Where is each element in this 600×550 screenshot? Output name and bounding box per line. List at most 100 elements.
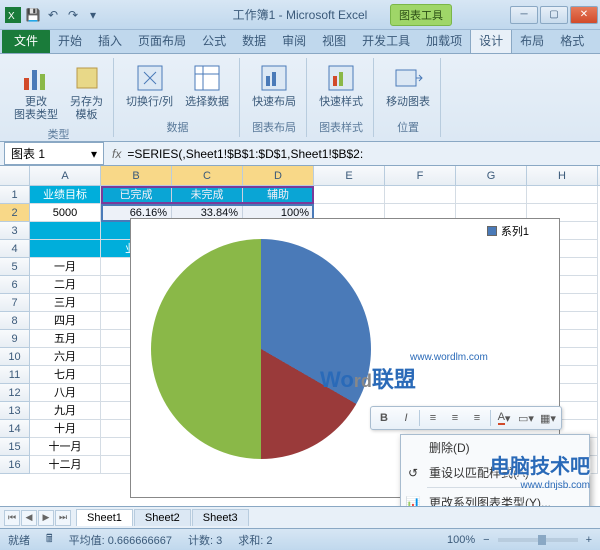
pie-chart[interactable] xyxy=(151,239,371,459)
tab-insert[interactable]: 插入 xyxy=(90,28,130,53)
maximize-button[interactable]: ▢ xyxy=(540,6,568,24)
sheet-nav-first[interactable]: ⏮ xyxy=(4,510,20,526)
cell[interactable]: 业绩目标 xyxy=(30,186,101,204)
tab-addins[interactable]: 加载项 xyxy=(418,28,470,53)
row-header[interactable]: 5 xyxy=(0,258,30,276)
menu-item[interactable]: 📊更改系列图表类型(Y)... xyxy=(401,490,589,506)
save-icon[interactable]: 💾 xyxy=(24,6,42,24)
cell[interactable]: 十二月 xyxy=(30,456,101,474)
tab-formulas[interactable]: 公式 xyxy=(194,28,234,53)
zoom-slider[interactable] xyxy=(498,538,578,542)
row-header[interactable]: 3 xyxy=(0,222,30,240)
tab-design[interactable]: 设计 xyxy=(470,27,512,53)
align-right-icon[interactable]: ≡ xyxy=(468,409,486,427)
font-color-button[interactable]: A▾ xyxy=(495,409,513,427)
cell[interactable]: 三月 xyxy=(30,294,101,312)
cell[interactable]: 十一月 xyxy=(30,438,101,456)
row-header[interactable]: 11 xyxy=(0,366,30,384)
name-box-dropdown-icon[interactable]: ▾ xyxy=(91,147,97,161)
tab-view[interactable]: 视图 xyxy=(314,28,354,53)
cell[interactable]: 四月 xyxy=(30,312,101,330)
save-template-button[interactable]: 另存为 模板 xyxy=(66,60,107,124)
tab-pagelayout[interactable]: 页面布局 xyxy=(130,28,194,53)
tab-home[interactable]: 开始 xyxy=(50,28,90,53)
formula-input[interactable] xyxy=(125,145,596,163)
align-left-icon[interactable]: ≡ xyxy=(424,409,442,427)
name-box[interactable]: 图表 1 ▾ xyxy=(4,142,104,165)
cell[interactable]: 八月 xyxy=(30,384,101,402)
sheet-tab-1[interactable]: Sheet1 xyxy=(76,509,133,526)
cell[interactable]: 二月 xyxy=(30,276,101,294)
col-header-f[interactable]: F xyxy=(385,166,456,185)
quick-layout-button[interactable]: 快速布局 xyxy=(248,60,300,117)
qat-dropdown-icon[interactable]: ▾ xyxy=(84,6,102,24)
cell[interactable] xyxy=(30,222,101,240)
cell[interactable] xyxy=(314,186,385,204)
sheet-tab-3[interactable]: Sheet3 xyxy=(192,509,249,526)
cell[interactable]: 七月 xyxy=(30,366,101,384)
tab-review[interactable]: 审阅 xyxy=(274,28,314,53)
row-header[interactable]: 10 xyxy=(0,348,30,366)
row-header[interactable]: 4 xyxy=(0,240,30,258)
cell[interactable]: 5000 xyxy=(30,204,101,222)
col-header-g[interactable]: G xyxy=(456,166,527,185)
col-header-h[interactable]: H xyxy=(527,166,598,185)
select-data-button[interactable]: 选择数据 xyxy=(181,60,233,117)
col-header-d[interactable]: D xyxy=(243,166,314,185)
col-header-e[interactable]: E xyxy=(314,166,385,185)
select-all-corner[interactable] xyxy=(0,166,30,185)
row-header[interactable]: 2 xyxy=(0,204,30,222)
tab-data[interactable]: 数据 xyxy=(234,28,274,53)
undo-icon[interactable]: ↶ xyxy=(44,6,62,24)
cell[interactable]: 辅助 xyxy=(243,186,314,204)
cell[interactable]: 六月 xyxy=(30,348,101,366)
cell[interactable] xyxy=(527,186,598,204)
style-gallery-button[interactable]: ▦▾ xyxy=(539,409,557,427)
cell[interactable] xyxy=(456,186,527,204)
row-header[interactable]: 14 xyxy=(0,420,30,438)
minimize-button[interactable]: ─ xyxy=(510,6,538,24)
sheet-tab-2[interactable]: Sheet2 xyxy=(134,509,191,526)
bold-button[interactable]: B xyxy=(375,409,393,427)
chart-legend[interactable]: 系列1 xyxy=(487,223,529,239)
sheet-nav-next[interactable]: ▶ xyxy=(38,510,54,526)
cell[interactable]: 九月 xyxy=(30,402,101,420)
col-header-a[interactable]: A xyxy=(30,166,101,185)
file-tab[interactable]: 文件 xyxy=(2,28,50,53)
sheet-nav-prev[interactable]: ◀ xyxy=(21,510,37,526)
change-chart-type-button[interactable]: 更改 图表类型 xyxy=(10,60,62,124)
redo-icon[interactable]: ↷ xyxy=(64,6,82,24)
tab-developer[interactable]: 开发工具 xyxy=(354,28,418,53)
cell[interactable] xyxy=(385,186,456,204)
row-header[interactable]: 13 xyxy=(0,402,30,420)
row-header[interactable]: 12 xyxy=(0,384,30,402)
row-header[interactable]: 1 xyxy=(0,186,30,204)
italic-button[interactable]: I xyxy=(397,409,415,427)
row-header[interactable]: 15 xyxy=(0,438,30,456)
row-header[interactable]: 6 xyxy=(0,276,30,294)
quick-styles-button[interactable]: 快速样式 xyxy=(315,60,367,117)
row-header[interactable]: 8 xyxy=(0,312,30,330)
cell[interactable]: 已完成 xyxy=(101,186,172,204)
tab-layout[interactable]: 布局 xyxy=(512,28,552,53)
zoom-in-button[interactable]: + xyxy=(586,534,592,546)
tab-format[interactable]: 格式 xyxy=(552,28,592,53)
move-chart-button[interactable]: 移动图表 xyxy=(382,60,434,117)
sheet-nav-last[interactable]: ⏭ xyxy=(55,510,71,526)
cell[interactable]: 一月 xyxy=(30,258,101,276)
switch-rowcol-button[interactable]: 切换行/列 xyxy=(122,60,177,117)
zoom-out-button[interactable]: − xyxy=(483,534,489,546)
fx-icon[interactable]: fx xyxy=(112,147,121,161)
outline-button[interactable]: ▭▾ xyxy=(517,409,535,427)
cell[interactable] xyxy=(30,240,101,258)
cell[interactable]: 未完成 xyxy=(172,186,243,204)
col-header-b[interactable]: B xyxy=(101,166,172,185)
cell[interactable]: 十月 xyxy=(30,420,101,438)
cell[interactable]: 五月 xyxy=(30,330,101,348)
align-center-icon[interactable]: ≡ xyxy=(446,409,464,427)
col-header-c[interactable]: C xyxy=(172,166,243,185)
close-button[interactable]: ✕ xyxy=(570,6,598,24)
row-header[interactable]: 16 xyxy=(0,456,30,474)
row-header[interactable]: 9 xyxy=(0,330,30,348)
row-header[interactable]: 7 xyxy=(0,294,30,312)
